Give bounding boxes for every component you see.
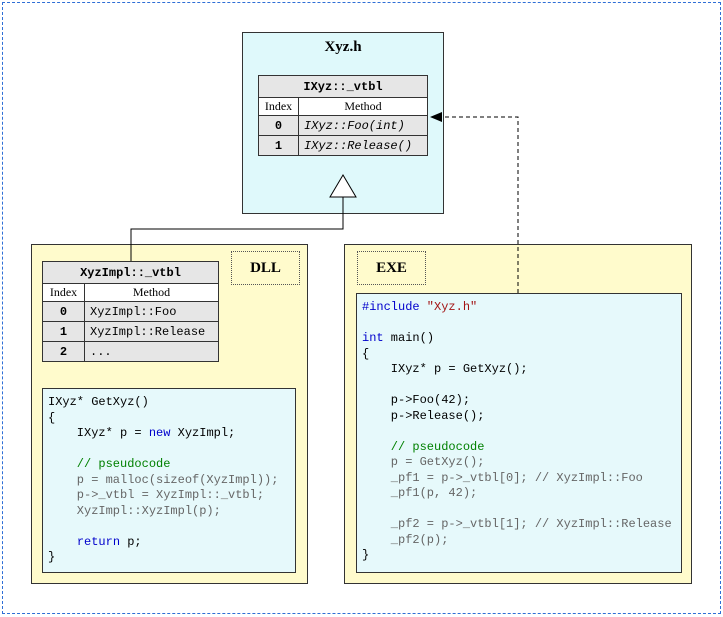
inheritance-arrowhead — [329, 174, 357, 198]
inheritance-connector — [130, 197, 344, 261]
dependency-connector — [440, 116, 519, 293]
connector-layer — [130, 112, 519, 293]
dependency-arrowhead — [430, 112, 442, 122]
